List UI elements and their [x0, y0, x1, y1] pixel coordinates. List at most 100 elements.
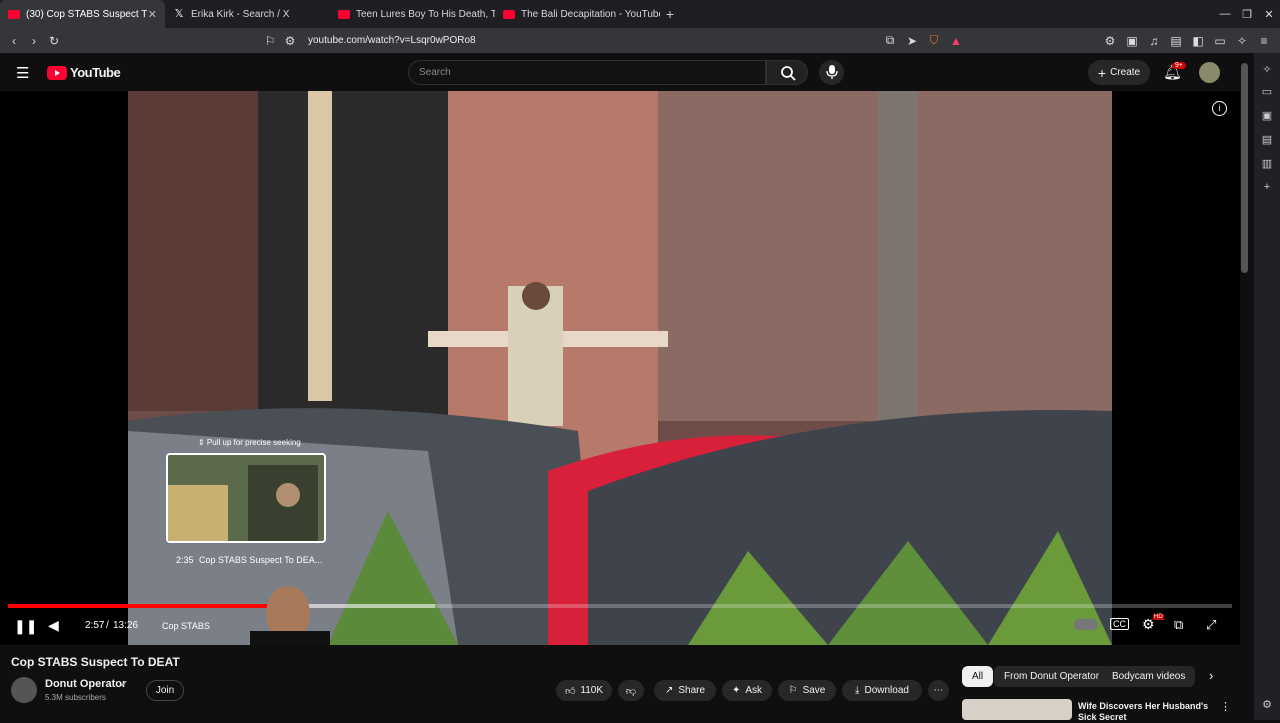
site-info-icon[interactable]: ⚙ — [280, 34, 300, 48]
back-icon[interactable]: ‹ — [4, 34, 24, 48]
search-button[interactable] — [766, 60, 808, 85]
time-separator: / — [106, 620, 109, 631]
seek-preview-thumbnail — [166, 453, 326, 543]
tab-1[interactable]: 𝕏 Erika Kirk - Search / X — [165, 0, 330, 28]
minimize-icon[interactable]: — — [1214, 8, 1236, 21]
fullscreen-icon[interactable]: ⤢ — [1206, 617, 1216, 633]
tab-label: Teen Lures Boy To His Death, Th — [356, 8, 495, 20]
chip-bodycam[interactable]: Bodycam videos — [1102, 666, 1196, 687]
leo-icon[interactable]: ✧ — [1232, 34, 1252, 48]
youtube-icon — [8, 9, 20, 19]
reading-list-icon[interactable]: ▤ — [1254, 133, 1280, 146]
open-external-icon[interactable]: ⧉ — [880, 33, 900, 48]
share-button[interactable]: ↗ Share — [654, 680, 716, 701]
download-button[interactable]: ⤓ Download — [842, 680, 922, 701]
download-icon: ⤓ — [855, 685, 860, 696]
progress-bar[interactable] — [8, 604, 1232, 608]
time-current: 2:57 — [85, 620, 105, 631]
thumbs-up-icon: 👍︎ — [564, 685, 576, 697]
new-tab-button[interactable]: + — [660, 6, 680, 22]
youtube-logo[interactable]: YouTube — [47, 65, 121, 80]
bookmark-icon[interactable]: ⚐ — [260, 34, 280, 48]
subscriber-count: 5.3M subscribers — [45, 693, 106, 702]
like-button[interactable]: 👍︎ 110K — [556, 680, 612, 701]
tab-label: The Bali Decapitation - YouTube — [521, 8, 660, 20]
settings-icon[interactable]: ⚙ — [1254, 698, 1280, 711]
leo-icon[interactable]: ✧ — [1254, 63, 1280, 76]
youtube-icon — [338, 9, 350, 19]
bookmark-icon: ⚐ — [788, 685, 798, 696]
avatar[interactable] — [1199, 62, 1220, 83]
youtube-icon — [503, 9, 515, 19]
reading-list-icon[interactable]: ▤ — [1166, 34, 1186, 48]
sidebar-icon[interactable]: ◧ — [1188, 34, 1208, 48]
volume-icon[interactable]: ◀︎ — [48, 617, 59, 634]
video-player[interactable]: i ⇕ Pull up for precise seeking 2:35 Cop… — [0, 91, 1240, 645]
chip-from-channel[interactable]: From Donut Operator — [994, 666, 1110, 687]
microphone-icon — [826, 65, 838, 79]
extensions-icon[interactable]: ⚙ — [1100, 34, 1120, 48]
related-thumbnail[interactable] — [962, 699, 1072, 720]
thumbs-down-icon: 👎︎ — [625, 685, 637, 697]
address-bar: ‹ › ↻ ⚐ ⚙ youtube.com/watch?v=Lsqr0wPORo… — [0, 28, 1280, 53]
save-button[interactable]: ⚐ Save — [778, 680, 836, 701]
tab-0[interactable]: (30) Cop STABS Suspect T ✕ — [0, 0, 165, 28]
wallet-icon[interactable]: ▣ — [1254, 109, 1280, 122]
miniplayer-icon[interactable]: ⧉ — [1174, 617, 1183, 633]
url-field[interactable]: youtube.com/watch?v=Lsqr0wPORo8 — [308, 35, 476, 46]
ask-button[interactable]: ✦ Ask — [722, 680, 772, 701]
dislike-button[interactable]: 👎︎ — [618, 680, 644, 701]
hd-badge: HD — [1153, 614, 1164, 620]
search-icon — [781, 66, 796, 81]
more-vert-icon[interactable]: ⋮ — [1220, 700, 1231, 713]
tab-2[interactable]: Teen Lures Boy To His Death, Th — [330, 0, 495, 28]
search-input[interactable]: Search — [408, 60, 766, 85]
more-icon: ⋯ — [933, 685, 944, 696]
channel-name[interactable]: Donut Operator — [45, 678, 126, 690]
wallet-icon[interactable]: ▭ — [1210, 34, 1230, 48]
media-icon[interactable]: ♫ — [1144, 34, 1164, 48]
channel-avatar[interactable] — [11, 677, 37, 703]
voice-search-button[interactable] — [819, 60, 844, 85]
bookmarks-icon[interactable]: ▥ — [1254, 157, 1280, 170]
close-icon[interactable]: ✕ — [148, 8, 157, 21]
page-scrollbar[interactable] — [1241, 63, 1248, 273]
tab-label: Erika Kirk - Search / X — [191, 8, 290, 20]
verified-icon: ✔ — [120, 679, 128, 689]
chevron-right-icon[interactable]: › — [1209, 668, 1213, 683]
reload-icon[interactable]: ↻ — [44, 34, 64, 48]
played-bar — [8, 604, 278, 608]
maximize-icon[interactable]: ❐ — [1236, 8, 1258, 21]
seek-hint: ⇕ Pull up for precise seeking — [198, 438, 301, 447]
chat-icon[interactable]: ▭ — [1254, 85, 1280, 98]
shield-icon[interactable]: ⛉ — [924, 33, 944, 48]
sparkle-icon: ✦ — [731, 685, 741, 696]
webcam-overlay — [250, 586, 330, 645]
pause-icon[interactable]: ❚❚ — [14, 618, 37, 635]
menu-icon[interactable]: ≡ — [1254, 34, 1274, 48]
forward-icon[interactable]: › — [24, 34, 44, 48]
captions-icon[interactable]: CC — [1110, 618, 1129, 630]
info-icon[interactable]: i — [1212, 101, 1227, 116]
create-button[interactable]: + Create — [1088, 60, 1150, 85]
join-button[interactable]: Join — [146, 680, 184, 701]
send-icon[interactable]: ➤ — [902, 34, 922, 48]
x-icon: 𝕏 — [174, 8, 184, 20]
add-icon[interactable]: + — [1254, 181, 1280, 193]
youtube-header: ☰ YouTube Search + Create 🔔︎ 9+ — [0, 53, 1240, 91]
autoplay-toggle[interactable] — [1074, 619, 1098, 630]
tab-label: (30) Cop STABS Suspect T — [26, 8, 148, 20]
rewards-icon[interactable]: ▲ — [946, 34, 966, 48]
notification-badge: 9+ — [1172, 62, 1186, 69]
screenshot-icon[interactable]: ▣ — [1122, 34, 1142, 48]
seek-preview-title: Cop STABS Suspect To DEA... — [199, 555, 323, 565]
time-total: 13:26 — [113, 620, 139, 631]
video-title: Cop STABS Suspect To DEAT — [11, 655, 180, 669]
share-icon: ↗ — [664, 685, 674, 696]
hamburger-menu-icon[interactable]: ☰ — [16, 64, 29, 82]
tab-3[interactable]: The Bali Decapitation - YouTube — [495, 0, 660, 28]
chip-all[interactable]: All — [962, 666, 994, 687]
chapter-title[interactable]: Cop STABS — [162, 621, 210, 631]
close-window-icon[interactable]: ✕ — [1258, 8, 1280, 21]
more-actions-button[interactable]: ⋯ — [928, 680, 949, 701]
